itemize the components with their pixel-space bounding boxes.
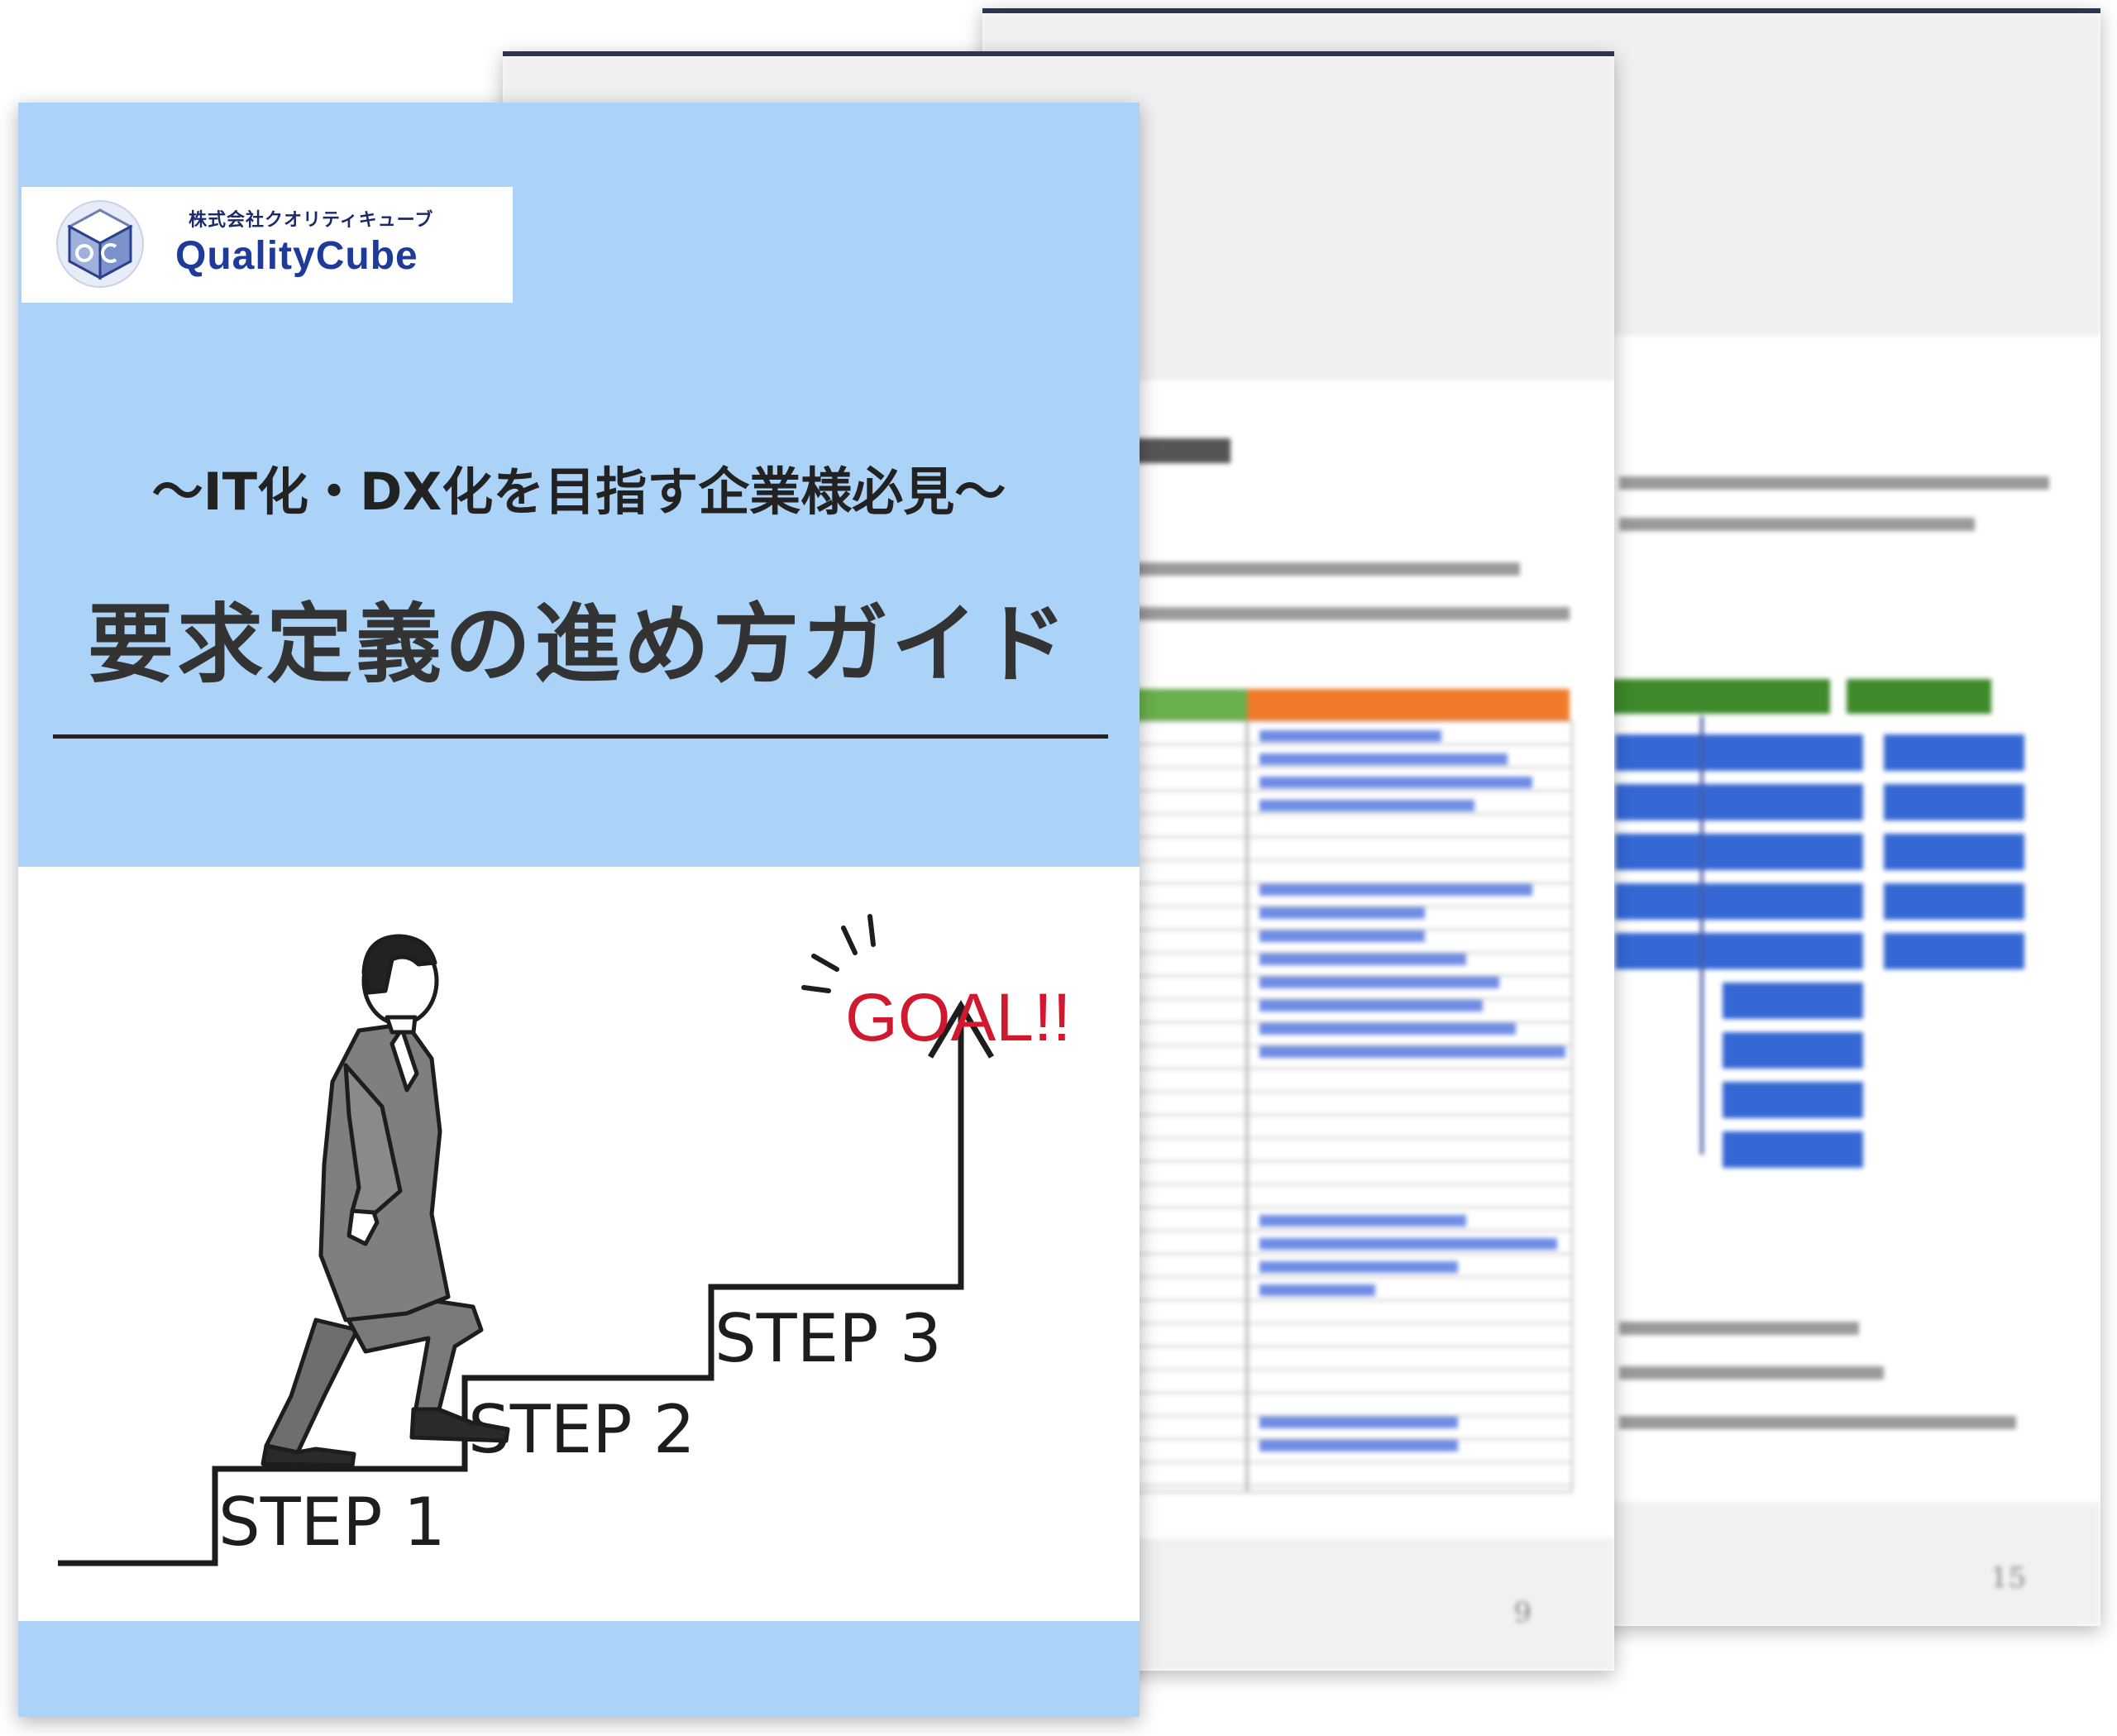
table-divider <box>1245 720 1249 1493</box>
cover-subtitle: 〜IT化・DX化を目指す企業様必見〜 <box>151 461 1006 522</box>
guide-cover: 株式会社クオリティキューブ QualityCube 〜IT化・DX化を目指す企業… <box>18 103 1140 1717</box>
table-cell-text <box>1259 1023 1516 1035</box>
company-name-ja: 株式会社クオリティキューブ <box>189 210 434 231</box>
company-brand-name: QualityCube <box>175 234 418 278</box>
diagram-header <box>1689 679 1830 714</box>
diagram-box <box>1723 734 1863 771</box>
table-cell-text <box>1259 730 1441 742</box>
text-line <box>1619 1322 1859 1335</box>
table-cell-text <box>1259 954 1466 965</box>
table-cell-text <box>1259 753 1508 765</box>
table-cell-text <box>1259 1261 1458 1273</box>
diagram-box <box>1884 784 2024 820</box>
diagram-box <box>1723 983 1863 1019</box>
table-cell-text <box>1259 1000 1483 1011</box>
page-number: 9 <box>1513 1596 1532 1629</box>
text-line <box>1131 438 1231 463</box>
diagram-box <box>1884 834 2024 870</box>
diagram-box <box>1884 883 2024 920</box>
table-cell-text <box>1259 977 1499 988</box>
table-cell-text <box>1259 930 1425 942</box>
text-line <box>1619 518 1975 531</box>
diagram-box <box>1723 883 1863 920</box>
table-cell-text <box>1259 1284 1375 1296</box>
table-cell-text <box>1259 1417 1458 1428</box>
step-1-label: STEP 1 <box>218 1484 446 1561</box>
cube-logo-icon <box>56 200 144 288</box>
cover-title: 要求定義の進め方ガイド <box>87 594 1070 695</box>
goal-label: GOAL!! <box>845 980 1071 1055</box>
table-cell-text <box>1259 777 1532 788</box>
stairs-illustration: GOAL!! STEP 1 STEP 2 STEP 3 <box>58 914 1071 1566</box>
table-cell-text <box>1259 884 1532 896</box>
table-cell-text <box>1259 907 1425 919</box>
text-line <box>1131 562 1520 576</box>
company-logo: 株式会社クオリティキューブ QualityCube <box>22 187 513 303</box>
text-line <box>1619 476 2049 490</box>
title-underline <box>53 734 1108 739</box>
table-body <box>1131 720 1573 1493</box>
diagram-box <box>1723 784 1863 820</box>
table-header-orange <box>1247 689 1570 720</box>
table-cell-text <box>1259 1440 1458 1451</box>
staircase-line <box>58 1007 964 1566</box>
page-number: 15 <box>1990 1561 2026 1595</box>
diagram-box <box>1723 1131 1863 1168</box>
diagram-box <box>1723 1082 1863 1118</box>
diagram-box <box>1884 933 2024 969</box>
diagram-box <box>1723 933 1863 969</box>
table-cell-text <box>1259 1046 1565 1058</box>
cover-bottom-band <box>18 1621 1140 1717</box>
diagram-connector <box>1700 716 1704 1155</box>
text-line <box>1131 607 1570 620</box>
diagram-box <box>1723 834 1863 870</box>
businessman-figure <box>260 934 510 1468</box>
step-3-label: STEP 3 <box>714 1300 942 1377</box>
text-line <box>1619 1366 1884 1380</box>
diagram-box <box>1723 1032 1863 1069</box>
diagram-box <box>1884 734 2024 771</box>
text-line <box>1619 1416 2016 1429</box>
table-cell-text <box>1259 800 1474 811</box>
table-cell-text <box>1259 1215 1466 1227</box>
diagram-header <box>1847 679 1991 714</box>
table-cell-text <box>1259 1238 1557 1250</box>
